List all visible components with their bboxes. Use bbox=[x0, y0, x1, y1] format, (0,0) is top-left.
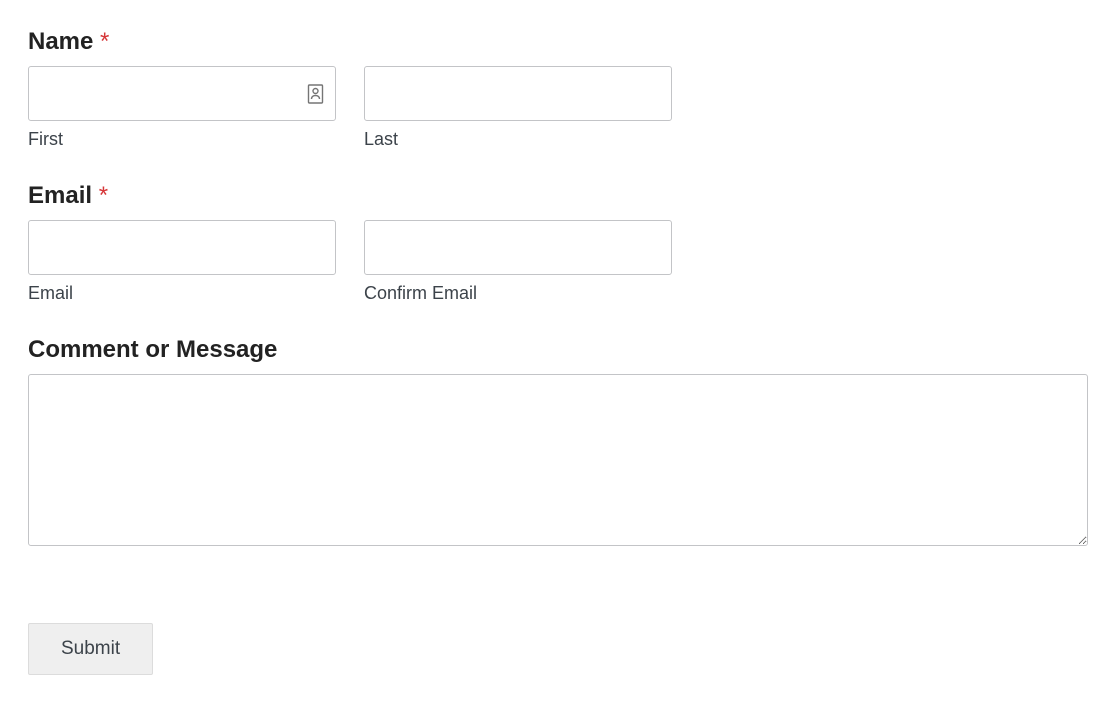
email-label: Email * bbox=[28, 182, 1088, 210]
first-name-input[interactable] bbox=[28, 66, 336, 121]
first-name-sublabel: First bbox=[28, 129, 336, 150]
name-required-marker: * bbox=[100, 28, 109, 55]
email-group: Email * Email Confirm Email bbox=[28, 182, 1088, 304]
name-label-text: Name bbox=[28, 28, 93, 55]
confirm-email-input[interactable] bbox=[364, 220, 672, 275]
name-label: Name * bbox=[28, 28, 1088, 56]
name-row: First Last bbox=[28, 66, 1088, 150]
contact-form: Name * First Las bbox=[28, 28, 1088, 675]
first-name-col: First bbox=[28, 66, 336, 150]
first-name-wrapper bbox=[28, 66, 336, 121]
comment-textarea[interactable] bbox=[28, 374, 1088, 546]
email-required-marker: * bbox=[99, 182, 108, 209]
confirm-email-sublabel: Confirm Email bbox=[364, 283, 672, 304]
last-name-col: Last bbox=[364, 66, 672, 150]
email-sublabel: Email bbox=[28, 283, 336, 304]
comment-group: Comment or Message bbox=[28, 336, 1088, 551]
comment-label: Comment or Message bbox=[28, 336, 1088, 364]
email-row: Email Confirm Email bbox=[28, 220, 1088, 304]
email-label-text: Email bbox=[28, 182, 92, 209]
email-col: Email bbox=[28, 220, 336, 304]
last-name-input[interactable] bbox=[364, 66, 672, 121]
name-group: Name * First Las bbox=[28, 28, 1088, 150]
last-name-sublabel: Last bbox=[364, 129, 672, 150]
confirm-email-col: Confirm Email bbox=[364, 220, 672, 304]
submit-button[interactable]: Submit bbox=[28, 623, 153, 675]
email-input[interactable] bbox=[28, 220, 336, 275]
